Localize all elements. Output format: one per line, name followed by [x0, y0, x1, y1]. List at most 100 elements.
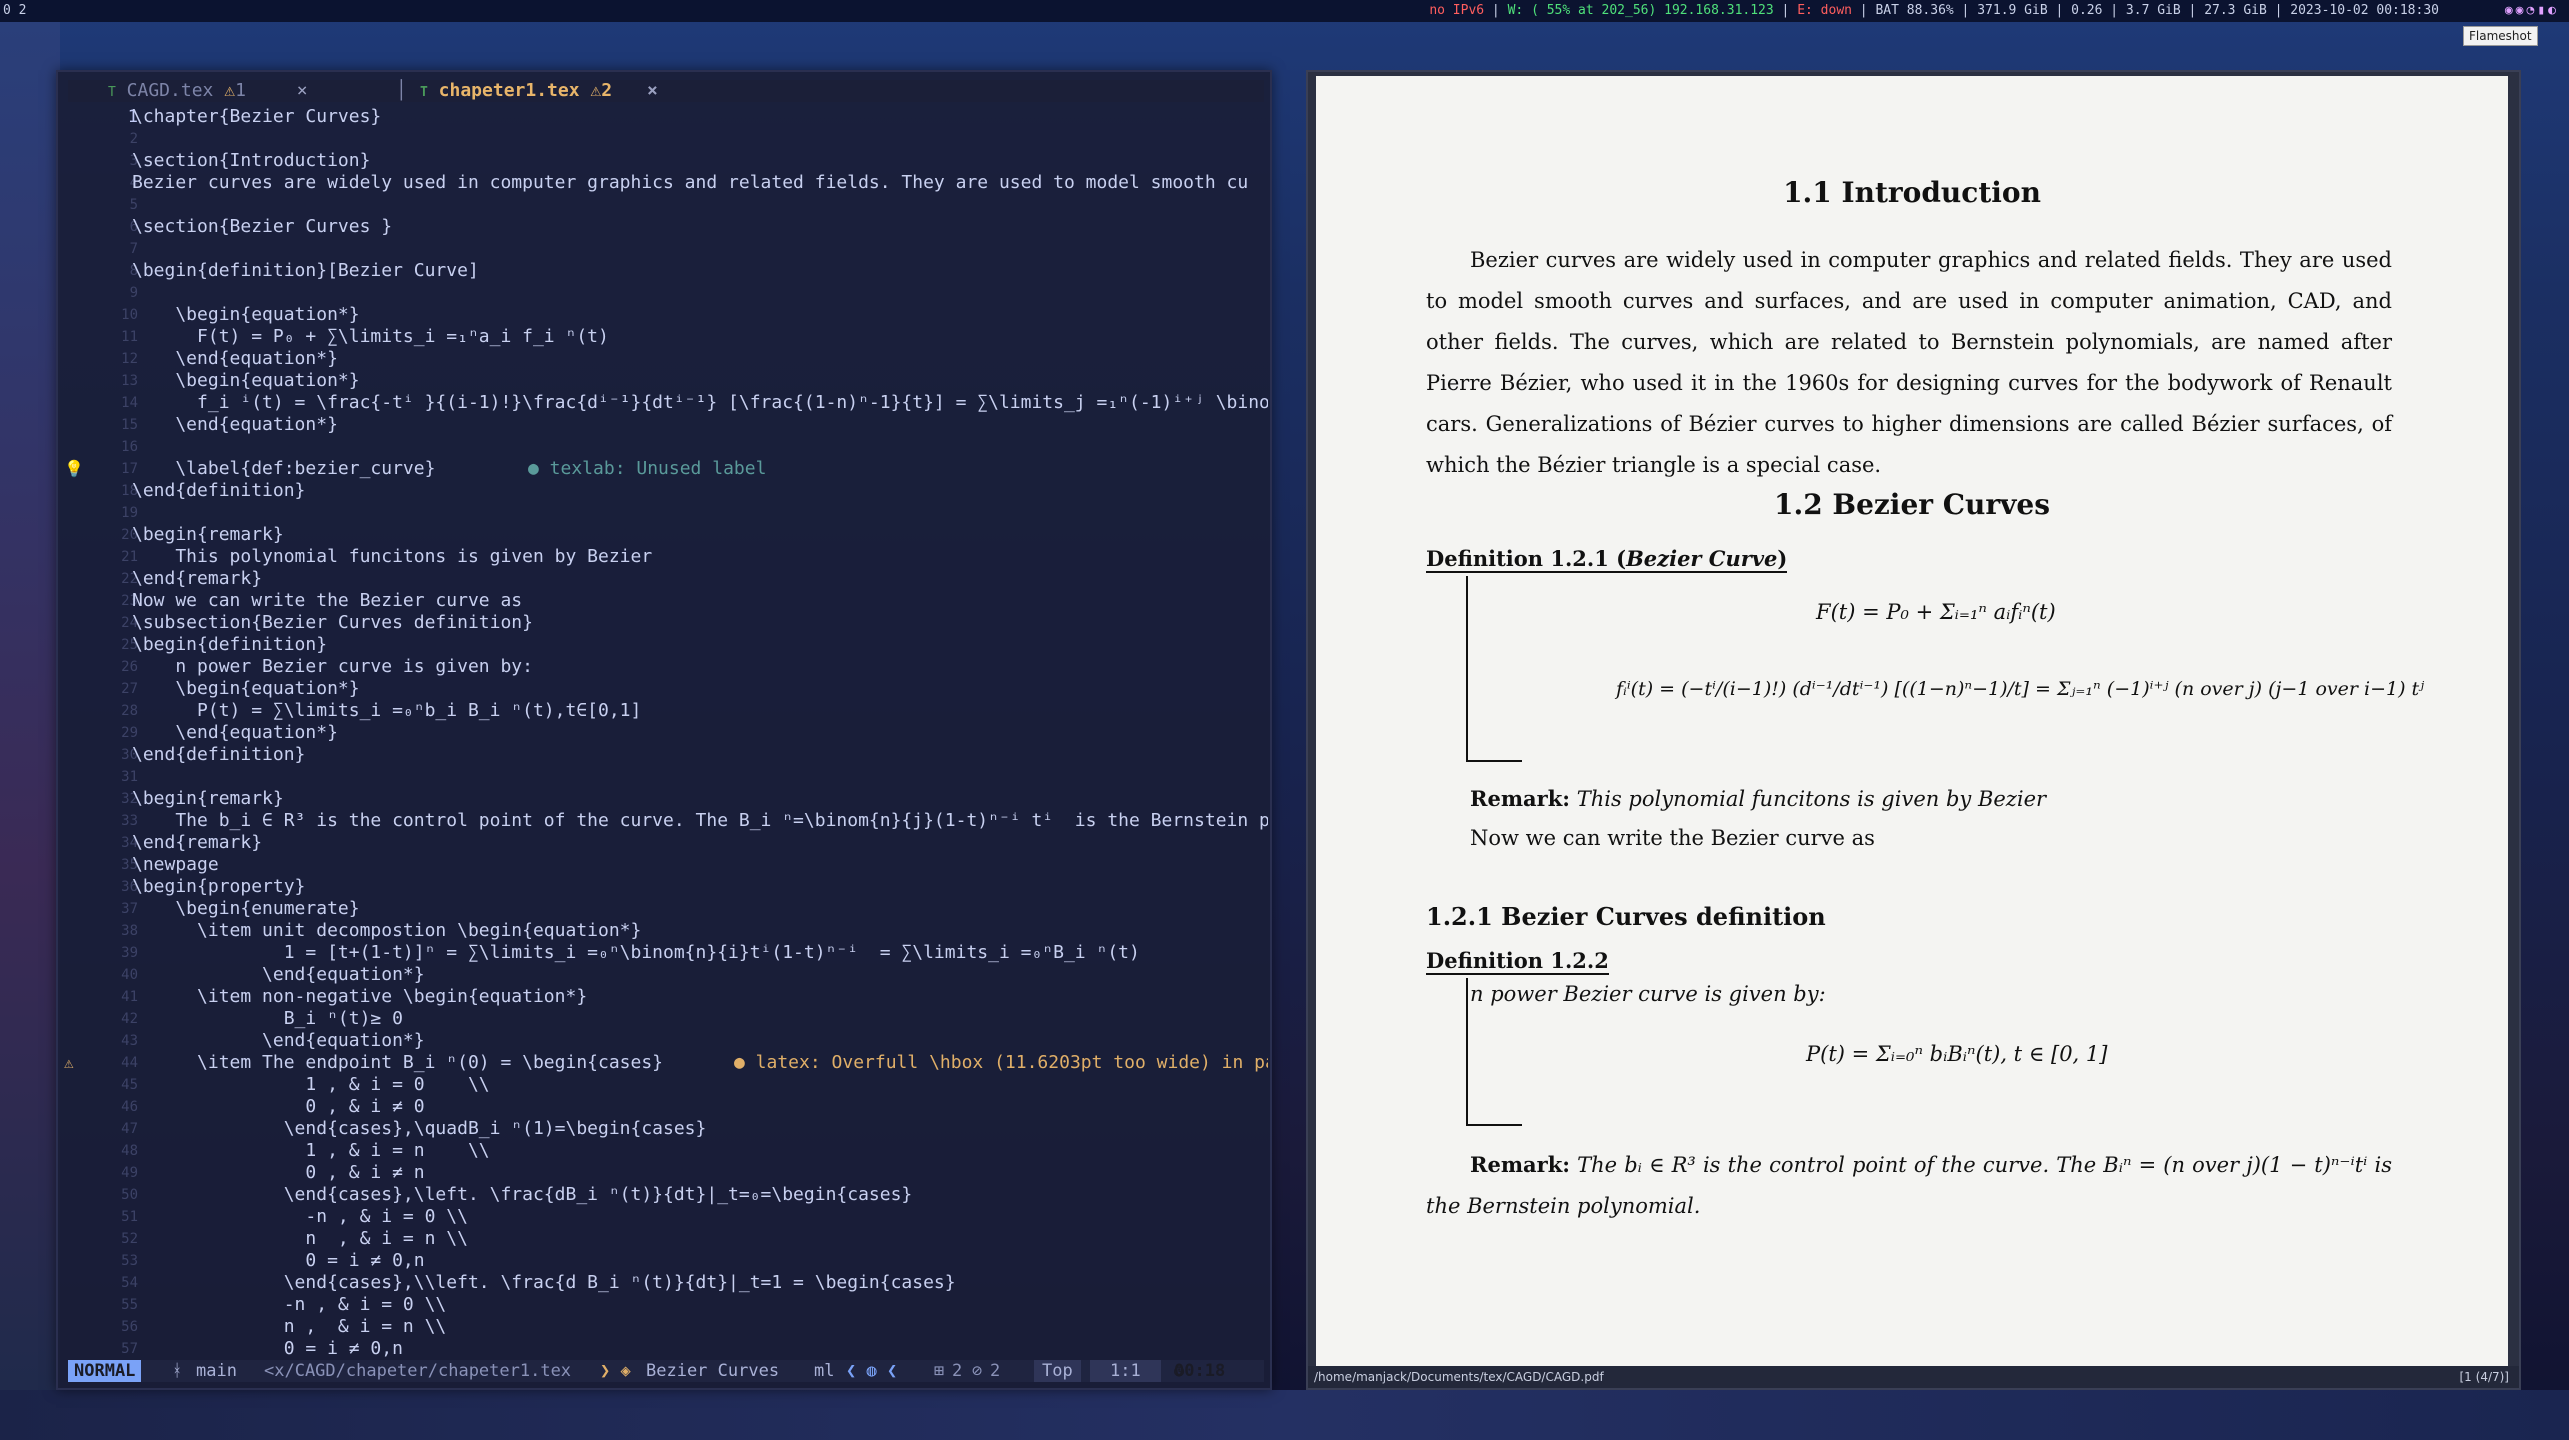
- code-line[interactable]: 55 -n , & i = 0 \\: [58, 1294, 1268, 1316]
- pdf-path: /home/manjack/Documents/tex/CAGD/CAGD.pd…: [1314, 1370, 1604, 1384]
- code-line[interactable]: 50 \end{cases},\left. \frac{dB_i ⁿ(t)}{d…: [58, 1184, 1268, 1206]
- code-line[interactable]: 6 \section{Bezier Curves }: [58, 216, 1268, 238]
- code-line[interactable]: 11 F(t) = P₀ + ∑\limits_i =₁ⁿa_i f_i ⁿ(t…: [58, 326, 1268, 348]
- line-text: \end{equation*}: [132, 964, 425, 985]
- neovim-editor-window[interactable]: T CAGD.tex ⚠1 × │ T chapeter1.tex ⚠2 × 1…: [56, 70, 1272, 1390]
- zathura-pdf-viewer[interactable]: 1.1 Introduction Bezier curves are widel…: [1306, 70, 2521, 1390]
- code-line[interactable]: 56 n , & i = n \\: [58, 1316, 1268, 1338]
- code-line[interactable]: 8 \begin{definition}[Bezier Curve]: [58, 260, 1268, 282]
- tab-chapeter1[interactable]: T chapeter1.tex ⚠2 ×: [420, 80, 658, 102]
- code-line[interactable]: 37 \begin{enumerate}: [58, 898, 1268, 920]
- code-buffer[interactable]: 1 \chapter{Bezier Curves} 2 3 \section{Intro…: [58, 106, 1268, 1360]
- code-line[interactable]: 24 \subsection{Bezier Curves definition}: [58, 612, 1268, 634]
- warning-icon: ⚠: [224, 80, 236, 101]
- code-line[interactable]: 14 f_i ⁱ(t) = \frac{-tⁱ }{(i-1)!}\frac{d…: [58, 392, 1268, 414]
- system-tray[interactable]: ◉◉◔▮◐: [2505, 0, 2559, 22]
- code-line[interactable]: 53 0 = i ≠ 0,n: [58, 1250, 1268, 1272]
- code-line[interactable]: 52 n , & i = n \\: [58, 1228, 1268, 1250]
- code-line[interactable]: 19: [58, 502, 1268, 524]
- error-count: 2: [952, 1361, 963, 1381]
- code-line[interactable]: 45 1 , & i = 0 \\: [58, 1074, 1268, 1096]
- line-text: \end{definition}: [132, 744, 306, 765]
- code-line[interactable]: 41 \item non-negative \begin{equation*}: [58, 986, 1268, 1008]
- code-line[interactable]: 31: [58, 766, 1268, 788]
- code-line[interactable]: 46 0 , & i ≠ 0: [58, 1096, 1268, 1118]
- line-text: \item unit decompostion \begin{equation*…: [132, 920, 642, 941]
- close-icon[interactable]: ×: [647, 80, 658, 101]
- code-line[interactable]: 27 \begin{equation*}: [58, 678, 1268, 700]
- line-number: 32: [121, 791, 138, 807]
- workspace-tags[interactable]: 0 2: [3, 0, 26, 22]
- lightbulb-icon[interactable]: 💡: [64, 458, 84, 480]
- code-line[interactable]: 15 \end{equation*}: [58, 414, 1268, 436]
- git-branch: main: [196, 1361, 237, 1381]
- equation-f: F(t) = P₀ + Σᵢ₌₁ⁿ aᵢfᵢⁿ(t): [1816, 600, 2056, 624]
- code-line[interactable]: 51 -n , & i = 0 \\: [58, 1206, 1268, 1228]
- code-line[interactable]: 3 \section{Introduction}: [58, 150, 1268, 172]
- code-line[interactable]: 9: [58, 282, 1268, 304]
- code-line[interactable]: 48 1 , & i = n \\: [58, 1140, 1268, 1162]
- intro-paragraph: Bezier curves are widely used in compute…: [1426, 248, 2392, 477]
- code-line[interactable]: 7: [58, 238, 1268, 260]
- code-line[interactable]: 38 \item unit decompostion \begin{equati…: [58, 920, 1268, 942]
- code-line[interactable]: 42 B_i ⁿ(t)≥ 0: [58, 1008, 1268, 1030]
- code-line[interactable]: 5: [58, 194, 1268, 216]
- code-line[interactable]: 43 \end{equation*}: [58, 1030, 1268, 1052]
- line-number: 36: [121, 879, 138, 895]
- pdf-page[interactable]: 1.1 Introduction Bezier curves are widel…: [1316, 76, 2508, 1368]
- code-line[interactable]: 18 \end{definition}: [58, 480, 1268, 502]
- code-line[interactable]: 34 \end{remark}: [58, 832, 1268, 854]
- warning-sign-icon[interactable]: ⚠: [64, 1052, 74, 1074]
- code-line[interactable]: 29 \end{equation*}: [58, 722, 1268, 744]
- code-line[interactable]: 39 1 = [t+(1-t)]ⁿ = ∑\limits_i =₀ⁿ\binom…: [58, 942, 1268, 964]
- code-line[interactable]: 49 0 , & i ≠ n: [58, 1162, 1268, 1184]
- code-line[interactable]: 16: [58, 436, 1268, 458]
- line-text: \section{Bezier Curves }: [132, 216, 393, 237]
- code-line[interactable]: 12 \end{equation*}: [58, 348, 1268, 370]
- wallpaper-left: [0, 20, 60, 1440]
- line-text: 0 = i ≠ 0,n: [132, 1250, 425, 1271]
- code-line[interactable]: 22 \end{remark}: [58, 568, 1268, 590]
- definition-2-heading: Definition 1.2.2: [1426, 948, 1609, 975]
- line-text: \end{equation*}: [132, 348, 338, 369]
- code-line[interactable]: 44 \item The endpoint B_i ⁿ(0) = \begin{…: [58, 1052, 1268, 1074]
- code-line[interactable]: 13 \begin{equation*}: [58, 370, 1268, 392]
- code-line[interactable]: 40 \end{equation*}: [58, 964, 1268, 986]
- line-number: 18: [121, 483, 138, 499]
- code-line[interactable]: 23 Now we can write the Bezier curve as: [58, 590, 1268, 612]
- code-line[interactable]: 1 \chapter{Bezier Curves}: [58, 106, 1268, 128]
- code-line[interactable]: 2: [58, 128, 1268, 150]
- code-line[interactable]: 20 \begin{remark}: [58, 524, 1268, 546]
- code-line[interactable]: 17 \label{def:bezier_curve} 💡 ● texlab: Un…: [58, 458, 1268, 480]
- code-line[interactable]: 54 \end{cases},\\left. \frac{d B_i ⁿ(t)}…: [58, 1272, 1268, 1294]
- code-line[interactable]: 35 \newpage: [58, 854, 1268, 876]
- code-line[interactable]: 30 \end{definition}: [58, 744, 1268, 766]
- code-line[interactable]: 25 \begin{definition}: [58, 634, 1268, 656]
- code-line[interactable]: 36 \begin{property}: [58, 876, 1268, 898]
- ipv6-status: no IPv6: [1429, 3, 1485, 18]
- definition-1-heading: Definition 1.2.1 (Bezier Curve): [1426, 546, 1788, 573]
- symbol-icon: ❯ ◈: [600, 1361, 631, 1381]
- close-icon[interactable]: ×: [297, 80, 308, 101]
- line-text: \subsection{Bezier Curves definition}: [132, 612, 533, 633]
- code-line[interactable]: 21 This polynomial funcitons is given by…: [58, 546, 1268, 568]
- scroll-position: Top: [1034, 1360, 1081, 1382]
- code-line[interactable]: 28 P(t) = ∑\limits_i =₀ⁿb_i B_i ⁿ(t),t∈[…: [58, 700, 1268, 722]
- code-line[interactable]: 10 \begin{equation*}: [58, 304, 1268, 326]
- line-text: \end{equation*}: [132, 722, 338, 743]
- code-line[interactable]: 47 \end{cases},\quadB_i ⁿ(1)=\begin{case…: [58, 1118, 1268, 1140]
- tab-cagd[interactable]: T CAGD.tex ⚠1 ×: [108, 80, 308, 102]
- code-line[interactable]: 57 0 = i ≠ 0,n: [58, 1338, 1268, 1360]
- ethernet-status: E: down: [1797, 3, 1852, 18]
- equation-fi: fᵢⁱ(t) = (−tⁱ/(i−1)!) (dⁱ⁻¹/dtⁱ⁻¹) [((1−…: [1616, 678, 2425, 700]
- line-number: 28: [121, 703, 138, 719]
- line-text: 1 , & i = 0 \\: [132, 1074, 490, 1095]
- line-text: -n , & i = 0 \\: [132, 1294, 447, 1315]
- code-line[interactable]: 4 Bezier curves are widely used in comput…: [58, 172, 1268, 194]
- tex-file-icon: T: [108, 85, 116, 100]
- status-text: no IPv6 | W: ( 55% at 202_56) 192.168.31…: [1429, 3, 2439, 18]
- line-number: 52: [121, 1231, 138, 1247]
- code-line[interactable]: 33 The b_i ∈ R³ is the control point of …: [58, 810, 1268, 832]
- code-line[interactable]: 26 n power Bezier curve is given by:: [58, 656, 1268, 678]
- code-line[interactable]: 32 \begin{remark}: [58, 788, 1268, 810]
